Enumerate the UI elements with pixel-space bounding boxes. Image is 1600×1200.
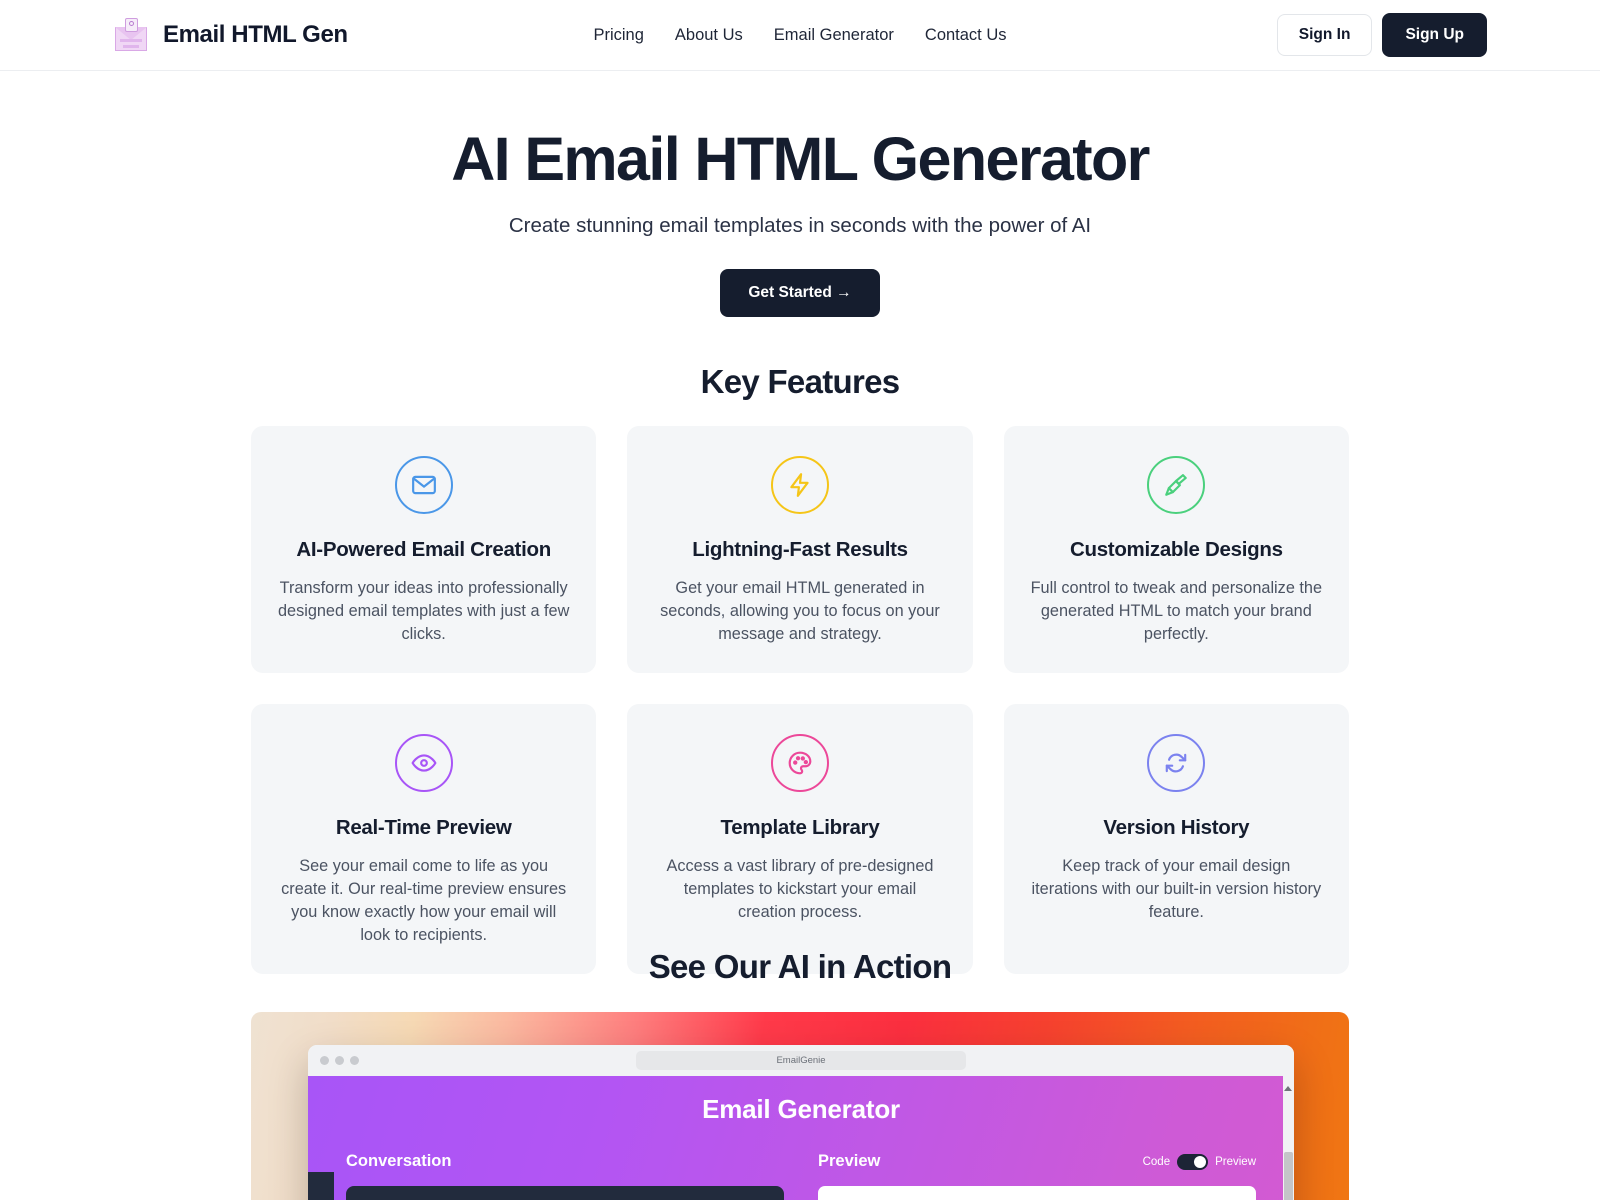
feature-title: Real-Time Preview — [335, 815, 512, 839]
feature-card-lightning-fast-results: Lightning-Fast Results Get your email HT… — [627, 425, 973, 673]
nav-item-contact-us[interactable]: Contact Us — [925, 26, 1007, 45]
nav-item-email-generator[interactable]: Email Generator — [774, 26, 894, 45]
feature-title: Lightning-Fast Results — [692, 537, 908, 561]
main-nav: Pricing About Us Email Generator Contact… — [593, 26, 1006, 45]
browser-address-bar[interactable]: EmailGenie — [636, 1050, 966, 1070]
code-preview-toggle[interactable] — [1177, 1153, 1209, 1170]
email-clipboard-logo-icon — [112, 16, 150, 54]
app-scrollbar[interactable] — [1283, 1075, 1294, 1200]
feature-card-ai-powered-email-creation: AI-Powered Email Creation Transform your… — [251, 425, 597, 673]
feature-card-real-time-preview: Real-Time Preview See your email come to… — [251, 703, 597, 974]
preview-box[interactable] — [818, 1185, 1256, 1200]
auth-buttons: Sign In Sign Up — [1276, 13, 1487, 57]
demo-heading: See Our AI in Action — [648, 947, 952, 985]
feature-title: Template Library — [720, 815, 880, 839]
window-controls — [320, 1055, 359, 1065]
scrollbar-thumb[interactable] — [1284, 1151, 1293, 1200]
feature-cards-grid: AI-Powered Email Creation Transform your… — [251, 425, 1349, 974]
feature-card-template-library: Template Library Access a vast library o… — [627, 703, 973, 974]
feature-title: Customizable Designs — [1069, 537, 1283, 561]
feature-description: Get your email HTML generated in seconds… — [660, 578, 940, 644]
page-title: AI Email HTML Generator — [451, 125, 1150, 193]
brand-name: Email HTML Gen — [163, 21, 348, 48]
toggle-knob — [1194, 1155, 1207, 1168]
feature-description: See your email come to life as you creat… — [281, 856, 567, 945]
app-title: Email Generator — [702, 1093, 900, 1124]
get-started-button[interactable]: Get Started → — [720, 268, 880, 317]
app-panels: Conversation Preview Code Preview — [308, 1125, 1294, 1200]
preview-label: Preview — [818, 1152, 881, 1171]
sign-up-button[interactable]: Sign Up — [1382, 13, 1487, 57]
toggle-label-code: Code — [1142, 1155, 1171, 1168]
paint-brush-icon — [1147, 455, 1206, 514]
conversation-box[interactable] — [346, 1185, 784, 1200]
app-viewport: Email Generator Conversation Preview Cod… — [308, 1075, 1294, 1200]
conversation-label: Conversation — [346, 1152, 452, 1171]
lightning-bolt-icon — [770, 455, 829, 514]
code-preview-toggle-group: Code Preview — [1142, 1153, 1256, 1170]
feature-card-version-history: Version History Keep track of your email… — [1003, 703, 1349, 974]
scroll-up-arrow-icon[interactable] — [1284, 1085, 1292, 1091]
nav-item-about-us[interactable]: About Us — [675, 26, 743, 45]
minimize-dot-icon[interactable] — [335, 1055, 344, 1065]
refresh-cycle-icon — [1147, 733, 1206, 792]
toggle-label-preview: Preview — [1215, 1155, 1256, 1168]
envelope-icon — [394, 455, 453, 514]
conversation-panel: Conversation — [346, 1151, 784, 1200]
key-features-heading: Key Features — [700, 362, 901, 400]
feature-description: Transform your ideas into professionally… — [277, 578, 570, 644]
demo-stage: EmailGenie Email Generator Conversation … — [251, 1011, 1349, 1200]
palette-icon — [770, 733, 829, 792]
hero-section: AI Email HTML Generator Create stunning … — [0, 71, 1600, 317]
feature-title: Version History — [1103, 815, 1250, 839]
app-sidebar — [308, 1171, 334, 1200]
preview-panel: Preview Code Preview — [818, 1151, 1256, 1200]
nav-item-pricing[interactable]: Pricing — [593, 26, 643, 45]
eye-icon — [394, 733, 453, 792]
brand[interactable]: Email HTML Gen — [112, 16, 348, 54]
browser-titlebar: EmailGenie — [308, 1044, 1294, 1076]
browser-mockup: EmailGenie Email Generator Conversation … — [308, 1044, 1294, 1200]
feature-description: Access a vast library of pre-designed te… — [666, 856, 934, 922]
sign-in-button[interactable]: Sign In — [1276, 14, 1373, 56]
conversation-panel-header: Conversation — [346, 1151, 784, 1173]
maximize-dot-icon[interactable] — [350, 1055, 359, 1065]
feature-card-customizable-designs: Customizable Designs Full control to twe… — [1003, 425, 1349, 673]
feature-description: Keep track of your email design iteratio… — [1031, 856, 1322, 922]
feature-title: AI-Powered Email Creation — [296, 537, 551, 561]
feature-description: Full control to tweak and personalize th… — [1030, 578, 1323, 644]
close-dot-icon[interactable] — [320, 1055, 329, 1065]
hero-subtitle: Create stunning email templates in secon… — [508, 213, 1092, 237]
site-header: Email HTML Gen Pricing About Us Email Ge… — [0, 0, 1600, 71]
preview-panel-header: Preview Code Preview — [818, 1151, 1256, 1173]
